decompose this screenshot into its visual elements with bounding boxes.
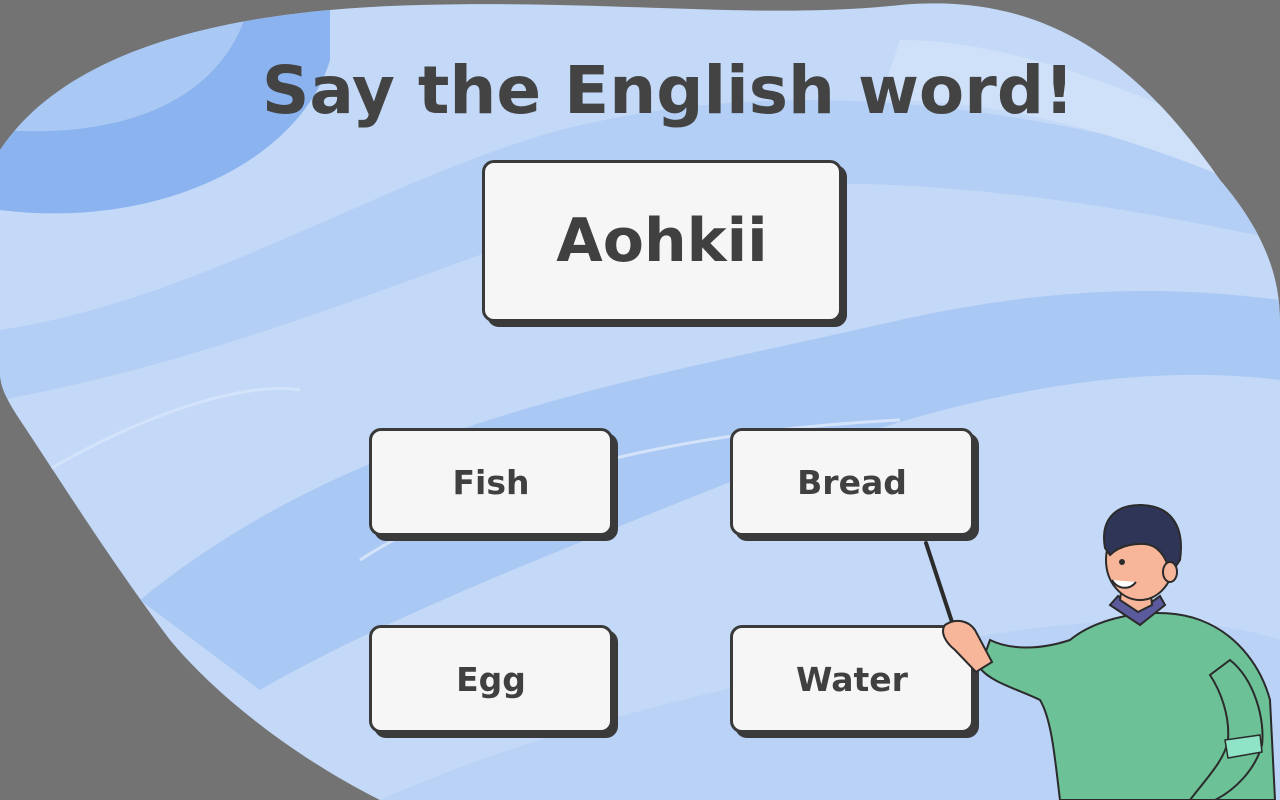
hand xyxy=(942,619,994,674)
game-screen: Say the English word! Aohkii Fish Bread … xyxy=(0,0,1280,800)
prompt-word: Aohkii xyxy=(556,206,768,276)
answer-label: Bread xyxy=(797,462,907,502)
answer-label: Egg xyxy=(456,659,526,699)
answer-label: Water xyxy=(796,659,908,699)
teacher-character-icon xyxy=(924,503,1277,800)
answer-button-1[interactable]: Fish xyxy=(369,428,613,536)
answer-button-3[interactable]: Egg xyxy=(369,625,613,733)
instruction-title: Say the English word! xyxy=(261,52,1075,129)
eye xyxy=(1119,559,1125,565)
ear xyxy=(1162,561,1178,583)
pointer-stick xyxy=(924,541,954,624)
prompt-word-card: Aohkii xyxy=(482,160,842,322)
answer-label: Fish xyxy=(452,462,530,502)
